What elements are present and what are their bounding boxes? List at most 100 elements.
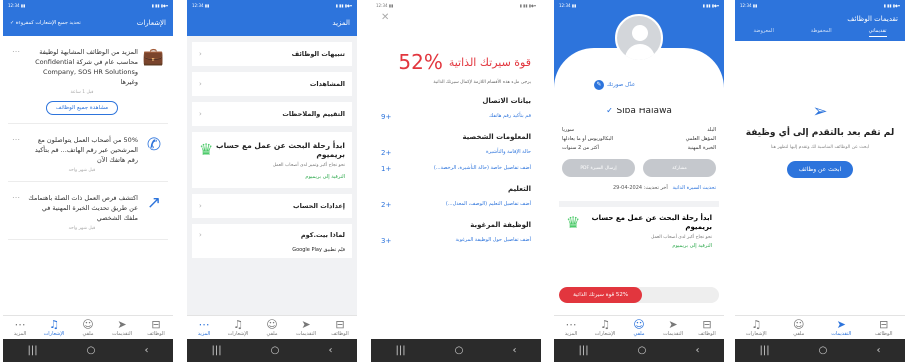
avatar[interactable] <box>615 14 663 62</box>
section-item[interactable]: أضف تفاصيل حول الوظيفة المرغوبة +3 <box>381 237 531 245</box>
recent-apps-button[interactable]: ||| <box>28 345 38 356</box>
edit-photo-link[interactable]: عدّل صورتك ✎ <box>594 80 635 90</box>
nav-profile[interactable]: ☺ ملفي <box>257 319 287 337</box>
recent-apps-button[interactable]: ||| <box>579 345 589 356</box>
upgrade-premium-link[interactable]: الترقية إلى بريميوم <box>566 243 712 249</box>
status-right: ▮▮ 12:34 <box>740 2 758 8</box>
home-button[interactable]: ○ <box>271 345 280 356</box>
home-button[interactable]: ○ <box>455 345 464 356</box>
view-all-jobs-button[interactable]: مشاهدة جميع الوظائف <box>46 101 118 115</box>
nav-jobs[interactable]: ⊟ الوظائف <box>692 319 722 337</box>
close-icon[interactable]: ✕ <box>381 12 389 23</box>
status-right: ▮▮ 12:34 <box>192 2 210 8</box>
menu-item-job-alerts[interactable]: تنبيهات الوظائف ‹ <box>192 42 352 66</box>
send-icon: ➤ <box>301 317 311 331</box>
menu-item-account-settings[interactable]: إعدادات الحساب ‹ <box>192 194 352 218</box>
nav-label: الإشعارات <box>227 330 249 337</box>
nav-jobs[interactable]: ⊟ الوظائف <box>141 319 171 337</box>
more-icon[interactable]: ⋯ <box>12 135 20 173</box>
strength-percent: 52% <box>398 50 443 74</box>
section-item[interactable]: قم بتأكيد رقم هاتفك +9 <box>381 113 531 121</box>
nav-notifications[interactable]: ♫ الإشعارات <box>590 319 620 337</box>
section-title: الوظيفة المرغوبة <box>470 221 531 229</box>
nav-notifications[interactable]: ♫ الإشعارات <box>741 319 771 337</box>
nav-jobs[interactable]: ⊟ الوظائف <box>325 319 355 337</box>
nav-notifications[interactable]: ♫ الإشعارات <box>223 319 253 337</box>
nav-more[interactable]: ⋯ المزيد <box>5 319 35 337</box>
section-title: بيانات الاتصال <box>482 97 531 105</box>
status-bar: ▾◆▮ ▮▮ ▮ ▮▮ 12:34 <box>735 0 905 10</box>
nav-profile[interactable]: ☺ ملفي <box>624 319 654 337</box>
nav-profile[interactable]: ☺ ملفي <box>73 319 103 337</box>
item-label: أضف تفاصيل التعليم (الوصف، المعدل...) <box>445 201 531 207</box>
more-icon[interactable]: ⋯ <box>12 47 20 115</box>
recent-apps-button[interactable]: ||| <box>760 345 770 356</box>
strength-progress[interactable]: 52% قوة سيرتك الذاتية <box>559 287 719 303</box>
nav-label: ملفي <box>793 330 805 337</box>
nav-label: التقديمات <box>662 330 684 337</box>
section-item[interactable]: حالة الإقامة والتأشيرة +2 <box>381 149 531 157</box>
upgrade-premium-link[interactable]: الترقية إلى بريميوم <box>199 174 345 180</box>
share-button[interactable]: مشاركة <box>643 159 716 177</box>
back-button[interactable]: ‹ <box>328 345 332 356</box>
menu-item-about[interactable]: لماذا بيت.كوم قيّم تطبيق Google Play ‹ <box>192 224 352 258</box>
screen-cv-strength: ▾◆▮ ▮▮ ▮ ▮▮ 12:34 ✕ قوة سيرتك الذاتية 52%… <box>371 0 541 362</box>
briefcase-icon: ⊟ <box>879 317 889 331</box>
notification-time: قبل شهر واحد <box>68 226 96 231</box>
home-button[interactable]: ○ <box>638 345 647 356</box>
nav-applications[interactable]: ➤ التقديمات <box>658 319 688 337</box>
pencil-icon: ✎ <box>594 80 604 90</box>
crown-icon: ♛ <box>566 213 581 232</box>
premium-card[interactable]: ابدأ رحلة البحث عن عمل مع حساب بريميوم ♛… <box>192 132 352 188</box>
send-cv-pdf-button[interactable]: إرسال السيرة PDF <box>562 159 635 177</box>
back-button[interactable]: ‹ <box>512 345 516 356</box>
nav-more[interactable]: ⋯ المزيد <box>556 319 586 337</box>
nav-applications[interactable]: ➤ التقديمات <box>107 319 137 337</box>
notification-card[interactable]: ↗ اكتشف فرص العمل ذات الصلة باهتمامك عن … <box>8 188 168 240</box>
screen-more: ▾◆▮ ▮▮ ▮ ▮▮ 12:34 المزيد تنبيهات الوظائف ‹… <box>187 0 357 362</box>
home-button[interactable]: ○ <box>87 345 96 356</box>
system-nav-bar: ||| ○ ‹ <box>371 339 541 362</box>
nav-label: الإشعارات <box>745 330 767 337</box>
empty-state: ➢ لم تقم بعد بالتقدم إلى أي وظيفة ابحث ع… <box>735 101 905 178</box>
home-button[interactable]: ○ <box>819 345 828 356</box>
info-value: سوريا <box>562 127 575 133</box>
update-cv-link[interactable]: تحديث السيرة الذاتية <box>673 185 717 191</box>
recent-apps-button[interactable]: ||| <box>396 345 406 356</box>
tab-saved[interactable]: المحفوظة <box>811 28 832 37</box>
nav-label: التقديمات <box>295 330 317 337</box>
item-points: +1 <box>381 165 392 173</box>
status-left: ▾◆▮ ▮▮ ▮ <box>702 2 719 8</box>
nav-label: ملفي <box>82 330 94 337</box>
section-item[interactable]: أضف تفاصيل التعليم (الوصف، المعدل...) +2 <box>381 201 531 209</box>
strength-progress-fill: 52% قوة سيرتك الذاتية <box>559 287 643 303</box>
recent-apps-button[interactable]: ||| <box>212 345 222 356</box>
more-icon[interactable]: ⋯ <box>12 193 20 231</box>
back-button[interactable]: ‹ <box>144 345 148 356</box>
nav-more[interactable]: ⋯ المزيد <box>189 319 219 337</box>
profile-header: ▾◆▮ ▮▮ ▮ ▮▮ 12:34 عدّل صورتك ✎ <box>554 0 724 108</box>
notification-card[interactable]: 💼 المزيد من الوظائف المشابهة لوظيفة محاس… <box>8 42 168 124</box>
send-icon: ➤ <box>836 317 846 331</box>
premium-card[interactable]: ابدأ رحلة البحث عن عمل مع حساب بريميوم ♛… <box>559 201 719 255</box>
search-jobs-button[interactable]: ابحث عن وظائف <box>786 161 854 178</box>
screen-profile: ▾◆▮ ▮▮ ▮ ▮▮ 12:34 عدّل صورتك ✎ Siba Halawa… <box>554 0 724 362</box>
back-button[interactable]: ‹ <box>695 345 699 356</box>
item-points: +9 <box>381 113 392 121</box>
tab-offered[interactable]: المعروضة <box>754 28 774 37</box>
nav-applications[interactable]: ➤ التقديمات <box>291 319 321 337</box>
nav-applications[interactable]: ➤ التقديمات <box>826 319 856 337</box>
nav-jobs[interactable]: ⊟ الوظائف <box>869 319 899 337</box>
mark-all-read-link[interactable]: تحديد جميع الإشعارات كمقروءة ✓ <box>10 20 81 26</box>
nav-profile[interactable]: ☺ ملفي <box>784 319 814 337</box>
section-item[interactable]: أضف تفاصيل خاصة (حالة التأشيرة، الرخصة..… <box>381 165 531 173</box>
notification-card[interactable]: ✆ 50% من أصحاب العمل يتواصلون مع المرشحي… <box>8 130 168 182</box>
tab-my-applications[interactable]: تقديماتي <box>868 28 887 37</box>
nav-notifications[interactable]: ♫ الإشعارات <box>39 319 69 337</box>
nav-label: المزيد <box>564 330 578 337</box>
nav-label: المزيد <box>13 330 27 337</box>
menu-item-feedback[interactable]: التقييم والملاحظات ‹ <box>192 102 352 126</box>
back-button[interactable]: ‹ <box>876 345 880 356</box>
screen-notifications: ▾◆▮ ▮▮ ▮ ▮▮ 12:34 الإشعارات تحديد جميع ال… <box>3 0 173 362</box>
menu-item-views[interactable]: المشاهدات ‹ <box>192 72 352 96</box>
